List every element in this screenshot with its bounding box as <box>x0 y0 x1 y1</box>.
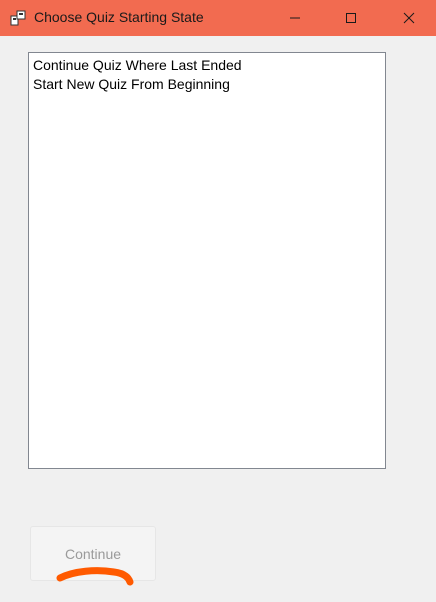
continue-button[interactable]: Continue <box>30 526 156 581</box>
list-item-start-new-quiz[interactable]: Start New Quiz From Beginning <box>29 75 385 94</box>
window-title: Choose Quiz Starting State <box>34 9 204 25</box>
maximize-button[interactable] <box>328 0 374 36</box>
minimize-icon <box>290 17 300 19</box>
minimize-button[interactable] <box>272 0 318 36</box>
app-icon <box>10 10 26 26</box>
close-icon <box>403 12 415 24</box>
maximize-icon <box>346 13 356 23</box>
title-bar[interactable]: Choose Quiz Starting State <box>0 0 436 36</box>
close-button[interactable] <box>386 0 432 36</box>
list-item-continue-quiz[interactable]: Continue Quiz Where Last Ended <box>29 56 385 75</box>
quiz-state-listbox[interactable]: Continue Quiz Where Last Ended Start New… <box>28 52 386 469</box>
